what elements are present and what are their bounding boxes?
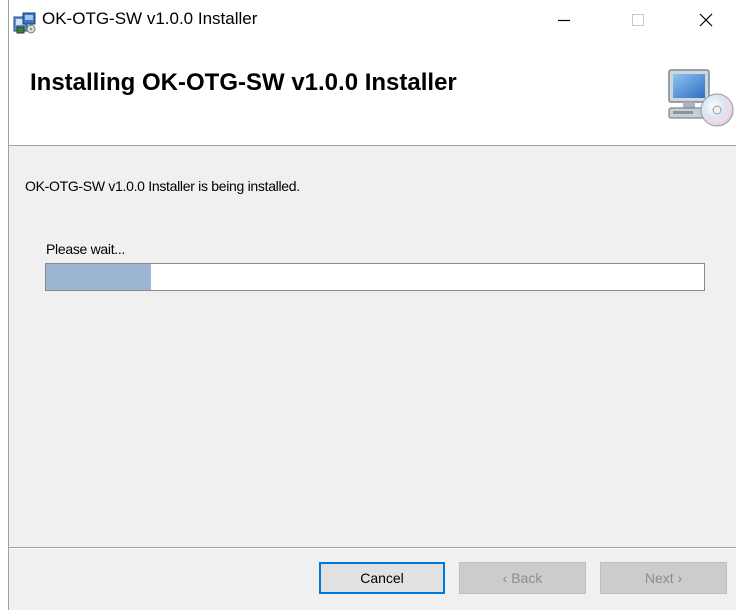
computer-cd-icon	[665, 66, 736, 130]
back-button[interactable]: ‹ Back	[459, 562, 586, 594]
minimize-icon	[558, 19, 570, 22]
please-wait-label: Please wait...	[46, 241, 126, 257]
close-icon	[699, 13, 713, 27]
progress-bar	[45, 263, 705, 291]
minimize-button[interactable]	[541, 0, 587, 40]
maximize-icon	[632, 14, 644, 26]
title-bar[interactable]: OK-OTG-SW v1.0.0 Installer	[9, 0, 736, 40]
install-status-text: OK-OTG-SW v1.0.0 Installer is being inst…	[25, 178, 300, 194]
installer-header: Installing OK-OTG-SW v1.0.0 Installer	[9, 40, 736, 146]
installer-window: OK-OTG-SW v1.0.0 Installer Installing OK…	[8, 0, 736, 610]
close-button[interactable]	[683, 0, 729, 40]
window-title: OK-OTG-SW v1.0.0 Installer	[42, 9, 258, 28]
next-button[interactable]: Next ›	[600, 562, 727, 594]
installer-package-icon	[13, 11, 37, 35]
cancel-button[interactable]: Cancel	[319, 562, 445, 594]
maximize-button[interactable]	[615, 0, 661, 40]
footer-divider-highlight	[9, 548, 736, 549]
page-title: Installing OK-OTG-SW v1.0.0 Installer	[30, 69, 457, 96]
progress-bar-fill	[46, 264, 152, 290]
